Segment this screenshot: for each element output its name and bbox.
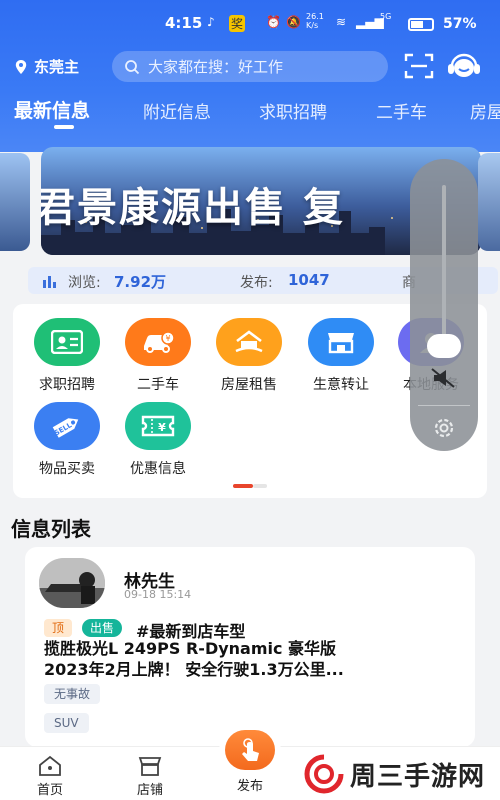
sale-badge: 出售 [82, 619, 123, 637]
active-tab-indicator [54, 125, 74, 129]
tab-used-cars[interactable]: 二手车 [376, 98, 427, 123]
post-text: 揽胜极光L 249PS R-Dynamic 豪华版 2023年2月上牌！ 安全行… [44, 638, 464, 680]
battery-icon [408, 18, 434, 31]
mute-bell-icon: 🔕 [286, 15, 301, 29]
status-bar: 4:15 ♪ 奖 ⏰ 🔕 26.1 K/s ≋ ▂▄▆ 5G 57% [0, 0, 500, 44]
tap-hand-icon [242, 738, 259, 761]
search-icon [125, 59, 140, 74]
shop-icon [138, 757, 162, 776]
tab-nearby[interactable]: 附近信息 [143, 98, 211, 123]
post-text-line: 揽胜极光L 249PS R-Dynamic 豪华版 [44, 639, 337, 658]
posts-label: 发布: [240, 275, 273, 291]
category-label: 优惠信息 [130, 461, 186, 477]
customer-service-icon[interactable] [446, 50, 482, 82]
id-card-icon [34, 318, 100, 366]
category-discounts[interactable]: ¥ 优惠信息 [112, 402, 204, 478]
signal-type: 5G [380, 12, 392, 21]
house-icon [216, 318, 282, 366]
page-dot-active [233, 484, 253, 488]
category-goods-trading[interactable]: SELL 物品买卖 [21, 402, 113, 478]
scan-icon[interactable] [404, 52, 434, 80]
nav-home-label: 首页 [36, 783, 63, 798]
svg-text:¥: ¥ [165, 334, 170, 343]
publish-label: 发布 [236, 779, 263, 794]
grid-page-indicator [233, 484, 267, 488]
post-tag-chip: SUV [44, 713, 89, 733]
category-label: 物品买卖 [39, 461, 95, 477]
category-tabs: 最新信息 附近信息 求职招聘 二手车 房屋 [0, 96, 500, 132]
category-business-transfer[interactable]: 生意转让 [295, 318, 387, 394]
tab-jobs[interactable]: 求职招聘 [259, 98, 327, 123]
category-label: 二手车 [137, 377, 179, 393]
posts-value: 1047 [288, 271, 330, 289]
location-selector[interactable]: 东莞主 [14, 56, 79, 77]
bar-chart-icon [43, 276, 56, 288]
category-label: 求职招聘 [39, 377, 95, 393]
search-placeholder: 大家都在搜：好工作 [148, 58, 284, 76]
battery-percent: 57% [443, 16, 477, 32]
watermark: 周三手游网 [304, 748, 500, 800]
location-pin-icon [15, 59, 27, 74]
volume-slider-knob[interactable] [427, 334, 461, 358]
post-card[interactable]: 林先生 09-18 15:14 顶 出售 #最新到店车型 揽胜极光L 249PS… [25, 547, 475, 747]
banner-next-peek [478, 153, 500, 251]
views-value: 7.92万 [114, 273, 167, 291]
tab-latest[interactable]: 最新信息 [14, 96, 90, 123]
gear-icon[interactable] [430, 414, 458, 442]
category-used-cars[interactable]: ¥ 二手车 [112, 318, 204, 394]
wifi-icon: ≋ [336, 15, 347, 29]
coupon-icon: ¥ [125, 402, 191, 450]
alarm-icon: ⏰ [266, 15, 281, 29]
speaker-muted-icon[interactable] [430, 367, 458, 389]
page-dot [253, 484, 267, 488]
category-label: 生意转让 [313, 377, 369, 393]
watermark-text: 周三手游网 [350, 761, 486, 792]
nav-shop[interactable]: 店铺 [120, 755, 180, 798]
search-input[interactable]: 大家都在搜：好工作 [112, 51, 388, 82]
home-icon [39, 755, 61, 776]
publish-button[interactable] [219, 727, 281, 775]
avatar[interactable] [39, 558, 105, 608]
section-title: 信息列表 [11, 517, 91, 541]
nav-shop-label: 店铺 [136, 783, 163, 798]
tab-housing[interactable]: 房屋 [470, 98, 500, 123]
banner-text: 君景康源出售 复 [41, 185, 345, 231]
shop-icon [308, 318, 374, 366]
post-date: 09-18 15:14 [124, 588, 192, 601]
divider [418, 405, 470, 406]
category-jobs[interactable]: 求职招聘 [21, 318, 113, 394]
category-housing[interactable]: 房屋租售 [203, 318, 295, 394]
watermark-logo-icon [304, 754, 344, 794]
publish-button-body [225, 730, 275, 770]
category-label: 房屋租售 [221, 377, 277, 393]
banner-prev-peek [0, 153, 30, 251]
views-label: 浏览: [68, 275, 101, 291]
pinned-badge: 顶 [44, 619, 73, 637]
svg-text:¥: ¥ [158, 421, 166, 434]
net-speed: 26.1 K/s [306, 12, 324, 30]
post-tag-chip: 无事故 [44, 684, 101, 704]
tag-icon: SELL [34, 402, 100, 450]
tiktok-icon: ♪ [207, 15, 215, 29]
status-time: 4:15 [165, 14, 203, 32]
car-icon: ¥ [125, 318, 191, 366]
location-label: 东莞主 [34, 58, 80, 76]
volume-slider-track[interactable] [442, 185, 446, 345]
post-text-line: 2023年2月上牌！ 安全行驶1.3万公里... [44, 660, 344, 679]
volume-overlay[interactable] [410, 159, 478, 451]
app-badge-icon: 奖 [229, 15, 246, 32]
nav-home[interactable]: 首页 [20, 755, 80, 798]
